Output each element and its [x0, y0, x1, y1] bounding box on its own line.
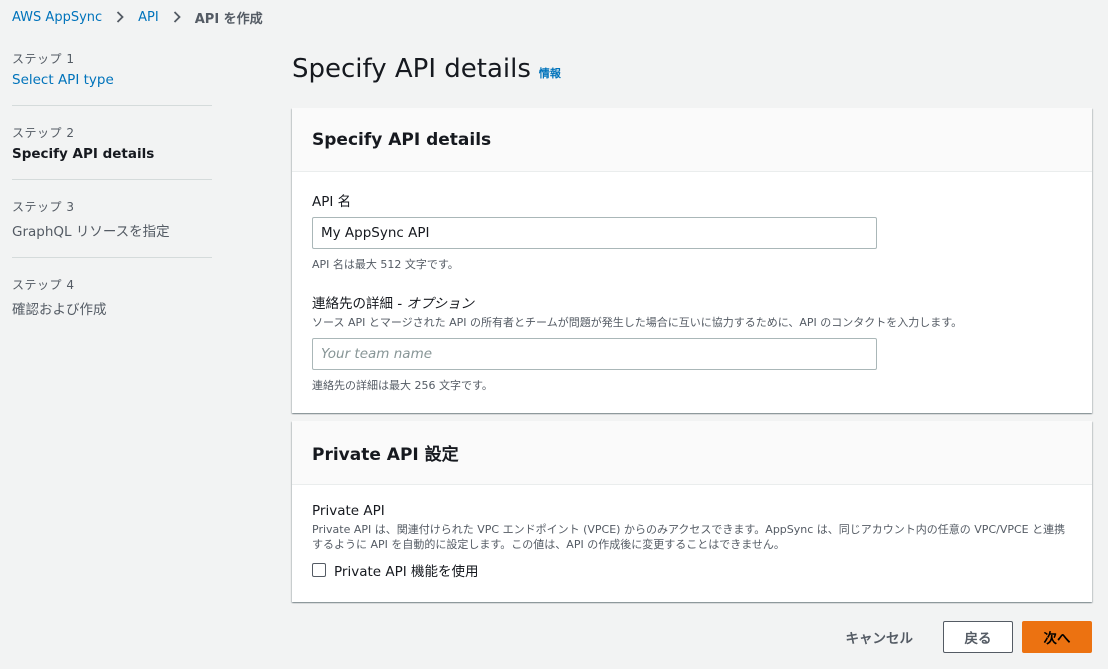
- step-3: ステップ 3 GraphQL リソースを指定: [12, 194, 212, 258]
- contact-constraint: 連絡先の詳細は最大 256 文字です。: [312, 379, 493, 392]
- step-1: ステップ 1 Select API type: [12, 46, 212, 106]
- private-api-panel: Private API 設定 Private API Private API は…: [292, 421, 1092, 602]
- panel-header: Specify API details: [292, 108, 1092, 172]
- panel-body: Private API Private API は、関連付けられた VPC エン…: [292, 485, 1092, 602]
- cancel-button[interactable]: キャンセル: [846, 627, 914, 647]
- contact-label-text: 連絡先の詳細: [312, 296, 393, 312]
- breadcrumb: AWS AppSync API API を作成: [12, 6, 263, 28]
- page-title: Specify API details: [292, 54, 531, 84]
- info-link[interactable]: 情報: [539, 65, 561, 81]
- breadcrumb-appsync[interactable]: AWS AppSync: [12, 10, 102, 25]
- step-1-link[interactable]: Select API type: [12, 72, 212, 88]
- page-header: Specify API details 情報: [292, 54, 561, 84]
- panel-body: API 名 API 名は最大 512 文字です。 連絡先の詳細 - オプション …: [292, 172, 1092, 413]
- panel-title: Private API 設定: [312, 445, 459, 465]
- breadcrumb-api[interactable]: API: [138, 10, 159, 25]
- step-2-label: Specify API details: [12, 146, 155, 162]
- private-api-label: Private API: [312, 503, 385, 519]
- contact-optional: - オプション: [393, 296, 474, 312]
- breadcrumb-current: API を作成: [194, 11, 263, 27]
- step-number: ステップ 2: [12, 126, 75, 140]
- step-number: ステップ 1: [12, 52, 75, 66]
- step-4-label: 確認および作成: [12, 302, 107, 318]
- step-4: ステップ 4 確認および作成: [12, 272, 212, 335]
- contact-description: ソース API とマージされた API の所有者とチームが問題が発生した場合に互…: [312, 316, 963, 329]
- step-2: ステップ 2 Specify API details: [12, 120, 212, 180]
- panel-title: Specify API details: [312, 129, 492, 150]
- next-button[interactable]: 次へ: [1022, 621, 1092, 653]
- step-3-label: GraphQL リソースを指定: [12, 224, 170, 240]
- private-api-checkbox-label: Private API 機能を使用: [334, 564, 479, 580]
- api-name-constraint: API 名は最大 512 文字です。: [312, 258, 459, 271]
- api-name-input[interactable]: [312, 217, 877, 249]
- panel-header: Private API 設定: [292, 421, 1092, 485]
- chevron-right-icon: [114, 6, 126, 28]
- wizard-actions: キャンセル 戻る 次へ: [846, 621, 1092, 653]
- back-button[interactable]: 戻る: [943, 621, 1013, 653]
- step-number: ステップ 4: [12, 278, 75, 292]
- private-api-option[interactable]: Private API 機能を使用: [312, 560, 1072, 580]
- api-name-label: API 名: [312, 194, 352, 210]
- wizard-steps: ステップ 1 Select API type ステップ 2 Specify AP…: [12, 46, 212, 349]
- private-api-checkbox[interactable]: [312, 563, 326, 577]
- contact-input[interactable]: [312, 338, 877, 370]
- chevron-right-icon: [171, 6, 183, 28]
- step-number: ステップ 3: [12, 200, 75, 214]
- api-details-panel: Specify API details API 名 API 名は最大 512 文…: [292, 108, 1092, 413]
- contact-label: 連絡先の詳細 - オプション: [312, 292, 1072, 312]
- private-api-description: Private API は、関連付けられた VPC エンドポイント (VPCE)…: [312, 523, 1066, 551]
